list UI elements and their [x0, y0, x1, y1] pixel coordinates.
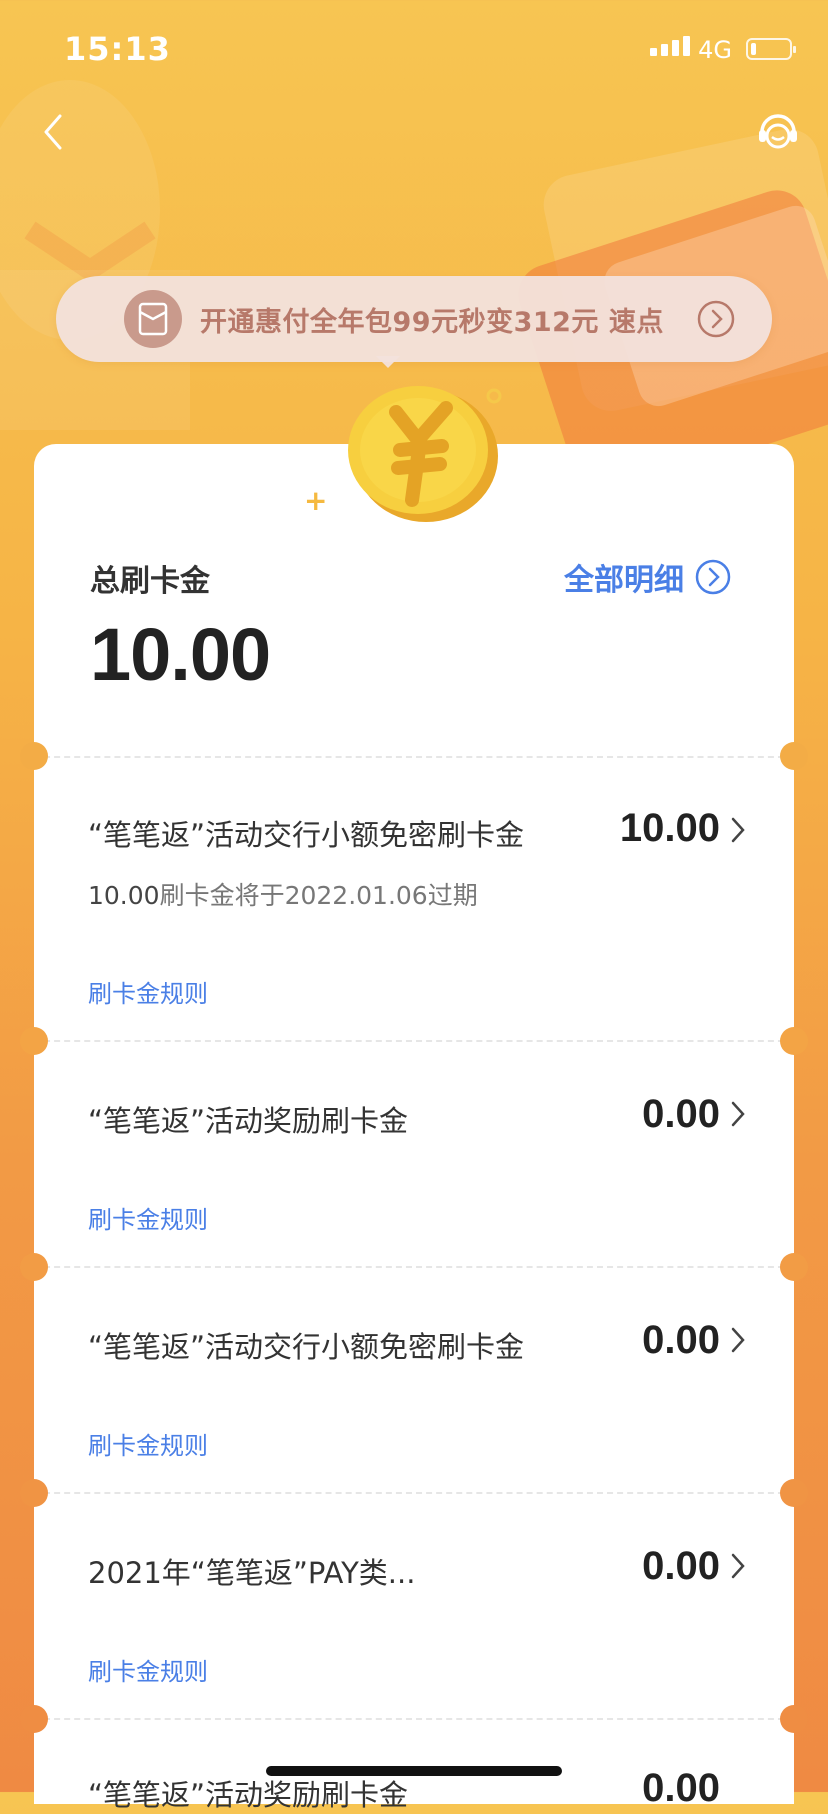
expiry-text: 刷卡金将于2022.01.06过期 — [159, 881, 478, 910]
ticket-notch — [780, 742, 808, 770]
item-title[interactable]: “笔笔返”活动奖励刷卡金 — [88, 1772, 408, 1814]
promo-text: 开通惠付全年包99元秒变312元 速点 — [200, 306, 664, 338]
ticket-notch — [20, 1027, 48, 1055]
dashed-divider — [34, 1040, 794, 1042]
dashed-divider — [34, 756, 794, 758]
item-amount[interactable]: 0.00 — [642, 1766, 720, 1811]
chevron-right-icon[interactable] — [730, 816, 746, 844]
item-title[interactable]: “笔笔返”活动交行小额免密刷卡金 — [88, 812, 524, 854]
status-time: 15:13 — [64, 30, 171, 68]
signal-icon — [650, 36, 690, 56]
rule-link[interactable]: 刷卡金规则 — [88, 974, 208, 1009]
ticket-notch — [20, 1479, 48, 1507]
total-label: 总刷卡金 — [90, 564, 210, 599]
back-icon[interactable] — [34, 108, 74, 156]
item-title[interactable]: “笔笔返”活动奖励刷卡金 — [88, 1098, 408, 1140]
total-amount: 10.00 — [90, 613, 271, 696]
item-amount[interactable]: 0.00 — [642, 1092, 720, 1137]
coin-icon — [348, 386, 502, 522]
item-amount[interactable]: 0.00 — [642, 1318, 720, 1363]
red-packet-icon — [124, 290, 182, 348]
rule-link[interactable]: 刷卡金规则 — [88, 1426, 208, 1461]
status-bar: 15:13 4G — [0, 0, 828, 100]
chevron-right-icon[interactable] — [730, 1552, 746, 1580]
ticket-notch — [780, 1479, 808, 1507]
expiry-amount: 10.00 — [88, 881, 160, 910]
customer-service-icon[interactable] — [754, 108, 802, 156]
rule-link[interactable]: 刷卡金规则 — [88, 1200, 208, 1235]
ticket-notch — [780, 1253, 808, 1281]
battery-icon — [746, 38, 796, 60]
dashed-divider — [34, 1492, 794, 1494]
chevron-right-icon[interactable] — [730, 1326, 746, 1354]
all-detail-label: 全部明细 — [564, 563, 684, 598]
rule-link[interactable]: 刷卡金规则 — [88, 1652, 208, 1687]
promo-pointer — [376, 356, 400, 368]
promo-banner[interactable]: 开通惠付全年包99元秒变312元 速点 — [56, 276, 772, 362]
item-amount[interactable]: 0.00 — [642, 1544, 720, 1589]
home-indicator[interactable] — [266, 1766, 562, 1776]
ticket-notch — [780, 1705, 808, 1733]
sparkle-icon: + — [304, 484, 328, 517]
chevron-right-icon[interactable] — [730, 1100, 746, 1128]
network-type: 4G — [698, 36, 732, 64]
item-amount[interactable]: 10.00 — [620, 806, 720, 851]
item-title[interactable]: “笔笔返”活动交行小额免密刷卡金 — [88, 1324, 524, 1366]
ticket-notch — [20, 1705, 48, 1733]
chevron-right-circle-icon — [697, 300, 735, 338]
ticket-notch — [20, 1253, 48, 1281]
item-title[interactable]: 2021年“笔笔返”PAY类... — [88, 1550, 415, 1592]
chevron-right-circle-icon — [695, 559, 731, 595]
dashed-divider — [34, 1266, 794, 1268]
dashed-divider — [34, 1718, 794, 1720]
ticket-notch — [780, 1027, 808, 1055]
item-expiry: 10.00刷卡金将于2022.01.06过期 — [88, 876, 478, 912]
all-detail-link[interactable]: 全部明细 — [564, 555, 732, 599]
ticket-notch — [20, 742, 48, 770]
